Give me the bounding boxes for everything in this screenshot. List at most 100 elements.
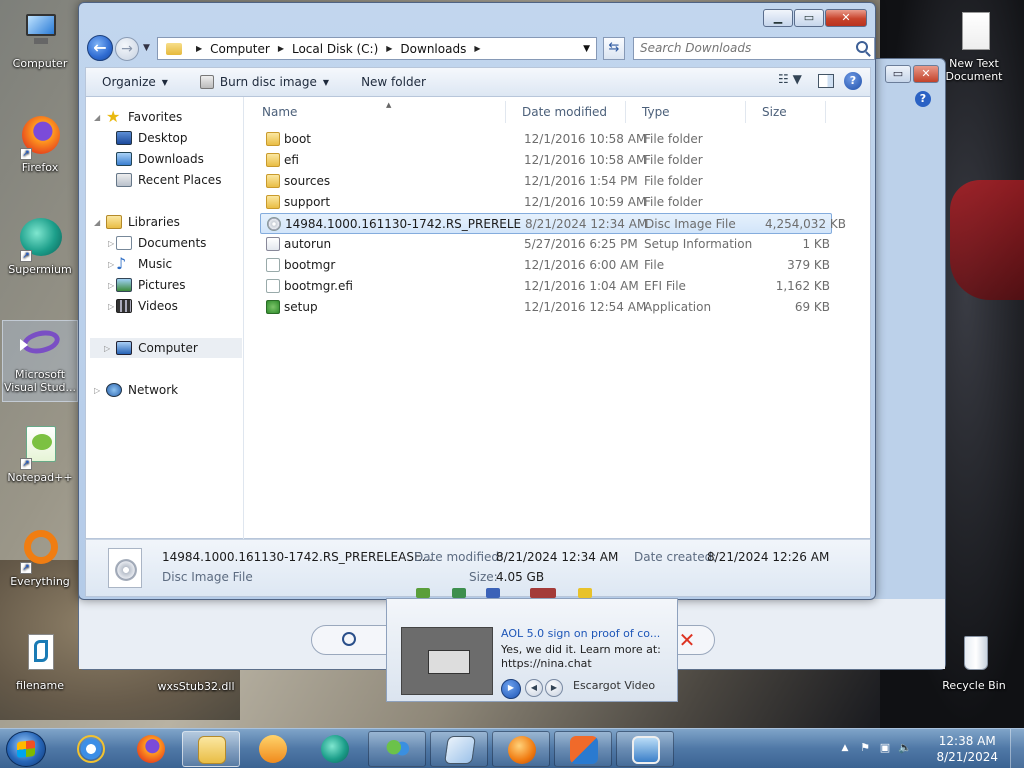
- recent-pages-dropdown[interactable]: ▼: [143, 43, 150, 53]
- taskbar-media-player[interactable]: [244, 731, 302, 767]
- explorer-window[interactable]: ▁ ▭ ✕ ← → ▼ ▶ Computer ▶ Local Disk (C:)…: [78, 2, 876, 600]
- app-icon: [486, 588, 500, 598]
- desktop-icon-computer[interactable]: Computer: [2, 10, 78, 70]
- play-button[interactable]: ▶: [501, 679, 521, 699]
- organize-button[interactable]: Organize ▼: [92, 69, 178, 95]
- nav-favorites[interactable]: ★ Favorites: [106, 107, 182, 127]
- network-icon[interactable]: ▣: [878, 741, 892, 755]
- nav-label: Recent Places: [138, 173, 222, 187]
- nav-desktop[interactable]: Desktop: [116, 128, 188, 148]
- nav-documents[interactable]: Documents: [116, 233, 206, 253]
- breadcrumb-downloads[interactable]: Downloads: [400, 42, 466, 56]
- desktop-icon-everything[interactable]: ↗ Everything: [2, 528, 78, 588]
- file-row[interactable]: autorun 5/27/2016 6:25 PM Setup Informatio…: [260, 234, 832, 255]
- taskbar-firefox[interactable]: [122, 731, 180, 767]
- notification-popup[interactable]: AOL 5.0 sign on proof of co... Yes, we d…: [386, 598, 678, 702]
- search-input[interactable]: [640, 38, 850, 58]
- expand-arrow-icon[interactable]: ▷: [108, 281, 114, 290]
- taskbar-app-toolbox[interactable]: [554, 731, 612, 767]
- column-header-date[interactable]: Date modified: [506, 101, 626, 123]
- new-folder-button[interactable]: New folder: [351, 69, 436, 95]
- nav-videos[interactable]: Videos: [116, 296, 178, 316]
- back-button[interactable]: ←: [87, 35, 113, 61]
- nav-network[interactable]: Network: [106, 380, 178, 400]
- video-thumbnail[interactable]: [401, 627, 493, 695]
- file-row[interactable]: sources 12/1/2016 1:54 PM File folder: [260, 171, 832, 192]
- column-header-type[interactable]: Type: [626, 101, 746, 123]
- file-date: 5/27/2016 6:25 PM: [524, 237, 638, 251]
- help-icon[interactable]: ?: [844, 72, 862, 90]
- burn-disc-image-button[interactable]: Burn disc image ▼: [190, 69, 339, 95]
- previous-button[interactable]: ◀: [525, 679, 543, 697]
- new-folder-label: New folder: [361, 75, 426, 89]
- taskbar-windows-explorer[interactable]: [182, 731, 240, 767]
- file-row[interactable]: bootmgr 12/1/2016 6:00 AM File 379 KB: [260, 255, 832, 276]
- minimize-button[interactable]: ▁: [763, 9, 793, 27]
- nav-recent-places[interactable]: Recent Places: [116, 170, 221, 190]
- show-hidden-icons-icon[interactable]: ▲: [838, 741, 852, 755]
- collapse-arrow-icon[interactable]: ◢: [94, 218, 100, 227]
- column-header-size[interactable]: Size: [746, 101, 826, 123]
- expand-arrow-icon[interactable]: ▷: [104, 344, 110, 353]
- refresh-button[interactable]: ⇆: [603, 37, 625, 60]
- close-icon[interactable]: ✕: [913, 65, 939, 83]
- chevron-right-icon[interactable]: ▶: [196, 44, 202, 53]
- search-icon[interactable]: [856, 41, 868, 53]
- chevron-right-icon[interactable]: ▶: [386, 44, 392, 53]
- next-button[interactable]: ▶: [545, 679, 563, 697]
- expand-arrow-icon[interactable]: ▷: [108, 260, 114, 269]
- minimize-icon[interactable]: ▭: [885, 65, 911, 83]
- help-icon[interactable]: ?: [915, 91, 931, 107]
- desktop-icon-notepadpp[interactable]: ↗ Notepad++: [2, 424, 78, 484]
- show-desktop-button[interactable]: [1010, 729, 1024, 768]
- chevron-right-icon[interactable]: ▶: [278, 44, 284, 53]
- notification-title[interactable]: AOL 5.0 sign on proof of co...: [501, 627, 660, 640]
- nav-pictures[interactable]: Pictures: [116, 275, 186, 295]
- preview-pane-icon[interactable]: [818, 74, 834, 88]
- taskbar-app-picture[interactable]: [616, 731, 674, 767]
- toolbox-icon: [570, 736, 598, 764]
- desktop-icon-firefox[interactable]: ↗ Firefox: [2, 114, 78, 174]
- desktop-icon-recycle-bin[interactable]: Recycle Bin: [936, 632, 1012, 692]
- action-center-flag-icon[interactable]: ⚑: [858, 741, 872, 755]
- expand-arrow-icon[interactable]: ▷: [108, 302, 114, 311]
- nav-downloads[interactable]: Downloads: [116, 149, 204, 169]
- file-row[interactable]: support 12/1/2016 10:59 AM File folder: [260, 192, 832, 213]
- maximize-button[interactable]: ▭: [794, 9, 824, 27]
- start-button[interactable]: [6, 731, 46, 767]
- desktop-icon-visual-studio[interactable]: Microsoft Visual Stud...: [2, 320, 78, 402]
- nav-computer[interactable]: ▷ Computer: [90, 338, 242, 358]
- file-row[interactable]: boot 12/1/2016 10:58 AM File folder: [260, 129, 832, 150]
- clock[interactable]: 12:38 AM 8/21/2024: [936, 733, 998, 765]
- desktop-icon-supermium[interactable]: ↗ Supermium: [2, 216, 78, 276]
- file-row[interactable]: 14984.1000.161130-1742.RS_PRERELEASE_...…: [260, 213, 846, 234]
- breadcrumb-computer[interactable]: Computer: [210, 42, 270, 56]
- taskbar-supermium[interactable]: [306, 731, 364, 767]
- volume-muted-icon[interactable]: 🔈: [898, 741, 912, 755]
- taskbar-app-orange[interactable]: [492, 731, 550, 767]
- expand-arrow-icon[interactable]: ▷: [108, 239, 114, 248]
- taskbar-window-switch[interactable]: [430, 731, 488, 767]
- breadcrumb-local-disk[interactable]: Local Disk (C:): [292, 42, 378, 56]
- change-view-icon[interactable]: ☷ ▼: [778, 72, 808, 90]
- chevron-right-icon[interactable]: ▶: [474, 44, 480, 53]
- taskbar-internet-explorer[interactable]: [62, 731, 120, 767]
- search-box[interactable]: [633, 37, 875, 60]
- nav-music[interactable]: ♪ Music: [116, 254, 172, 274]
- expand-arrow-icon[interactable]: ▷: [94, 386, 100, 395]
- taskbar-messenger[interactable]: [368, 731, 426, 767]
- desktop-icon-filename[interactable]: filename: [2, 632, 78, 692]
- forward-button[interactable]: →: [115, 37, 139, 61]
- file-row[interactable]: bootmgr.efi 12/1/2016 1:04 AM EFI File 1,16…: [260, 276, 832, 297]
- collapse-arrow-icon[interactable]: ◢: [94, 113, 100, 122]
- column-header-name[interactable]: Name ▲: [246, 101, 506, 123]
- desktop-icon-wxsstub[interactable]: wxsStub32.dll: [148, 680, 244, 693]
- address-dropdown-icon[interactable]: ▼: [583, 44, 590, 54]
- file-row[interactable]: setup 12/1/2016 12:54 AM Application 69 KB: [260, 297, 832, 318]
- everything-icon: ↗: [18, 528, 62, 574]
- address-bar[interactable]: ▶ Computer ▶ Local Disk (C:) ▶ Downloads…: [157, 37, 597, 60]
- file-row[interactable]: efi 12/1/2016 10:58 AM File folder: [260, 150, 832, 171]
- close-button[interactable]: ✕: [825, 9, 867, 27]
- desktop-icon-new-text-document[interactable]: New Text Document: [936, 10, 1012, 83]
- nav-libraries[interactable]: Libraries: [106, 212, 180, 232]
